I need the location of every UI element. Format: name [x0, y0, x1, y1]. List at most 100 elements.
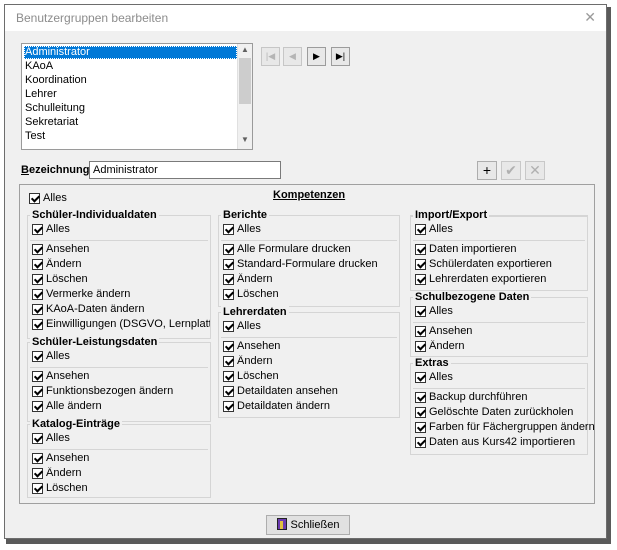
checkbox-checked-icon[interactable]: [29, 193, 40, 204]
checkbox-checked-icon[interactable]: [415, 224, 426, 235]
checkbox-row[interactable]: Alles: [415, 305, 453, 319]
checkbox-row[interactable]: Ändern: [223, 355, 272, 369]
list-item[interactable]: Sekretariat: [24, 116, 237, 129]
scroll-thumb[interactable]: [239, 58, 251, 104]
checkbox-checked-icon[interactable]: [32, 304, 43, 315]
checkbox-row[interactable]: Alles: [32, 350, 70, 364]
checkbox-checked-icon[interactable]: [223, 401, 234, 412]
checkbox-row[interactable]: Ändern: [32, 258, 81, 272]
checkbox-row[interactable]: Funktionsbezogen ändern: [32, 385, 173, 399]
checkbox-checked-icon[interactable]: [32, 371, 43, 382]
checkbox-checked-icon[interactable]: [32, 274, 43, 285]
checkbox-row[interactable]: Gelöschte Daten zurückholen: [415, 406, 573, 420]
checkbox-checked-icon[interactable]: [223, 274, 234, 285]
checkbox-row[interactable]: Standard-Formulare drucken: [223, 258, 378, 272]
checkbox-row[interactable]: Alles: [223, 320, 261, 334]
checkbox-row[interactable]: Detaildaten ansehen: [223, 385, 338, 399]
scroll-down-icon[interactable]: ▼: [238, 135, 252, 144]
add-button[interactable]: +: [477, 161, 497, 180]
checkbox-checked-icon[interactable]: [223, 356, 234, 367]
checkbox-checked-icon[interactable]: [223, 321, 234, 332]
last-record-button[interactable]: ▶|: [331, 47, 350, 66]
checkbox-row[interactable]: Farben für Fächergruppen ändern: [415, 421, 595, 435]
checkbox-row[interactable]: Alle Formulare drucken: [223, 243, 351, 257]
list-item[interactable]: Administrator: [24, 46, 237, 59]
first-record-button[interactable]: |◀: [261, 47, 280, 66]
delete-button[interactable]: ✕: [525, 161, 545, 180]
bezeichnung-input[interactable]: Administrator: [89, 161, 281, 179]
checkbox-checked-icon[interactable]: [415, 244, 426, 255]
checkbox-checked-icon[interactable]: [32, 433, 43, 444]
checkbox-row[interactable]: Daten importieren: [415, 243, 516, 257]
close-button[interactable]: Schließen: [266, 515, 350, 535]
checkbox-checked-icon[interactable]: [32, 289, 43, 300]
checkbox-checked-icon[interactable]: [415, 259, 426, 270]
list-item[interactable]: Koordination: [24, 74, 237, 87]
checkbox-checked-icon[interactable]: [415, 341, 426, 352]
checkbox-checked-icon[interactable]: [32, 351, 43, 362]
checkbox-row[interactable]: Löschen: [32, 482, 88, 496]
checkbox-row[interactable]: Alles: [32, 223, 70, 237]
checkbox-row[interactable]: Ansehen: [415, 325, 472, 339]
checkbox-row[interactable]: Löschen: [223, 288, 279, 302]
checkbox-checked-icon[interactable]: [32, 468, 43, 479]
checkbox-row[interactable]: Daten aus Kurs42 importieren: [415, 436, 575, 450]
close-icon[interactable]: ✕: [584, 9, 596, 26]
checkbox-checked-icon[interactable]: [32, 224, 43, 235]
checkbox-row[interactable]: Ändern: [415, 340, 464, 354]
checkbox-checked-icon[interactable]: [415, 326, 426, 337]
checkbox-checked-icon[interactable]: [223, 386, 234, 397]
checkbox-row[interactable]: Einwilligungen (DSGVO, Lernplattformen): [32, 318, 210, 332]
checkbox-checked-icon[interactable]: [32, 259, 43, 270]
checkbox-checked-icon[interactable]: [32, 386, 43, 397]
next-record-button[interactable]: ▶: [307, 47, 326, 66]
checkbox-checked-icon[interactable]: [223, 259, 234, 270]
prev-record-button[interactable]: ◀: [283, 47, 302, 66]
checkbox-checked-icon[interactable]: [415, 372, 426, 383]
checkbox-checked-icon[interactable]: [32, 319, 43, 330]
checkbox-row[interactable]: Alle ändern: [32, 400, 102, 414]
checkbox-row[interactable]: Alles: [415, 371, 453, 385]
checkbox-row[interactable]: Löschen: [223, 370, 279, 384]
list-item[interactable]: Schulleitung: [24, 102, 237, 115]
checkbox-checked-icon[interactable]: [32, 483, 43, 494]
checkbox-row[interactable]: Ansehen: [32, 243, 89, 257]
checkbox-checked-icon[interactable]: [415, 306, 426, 317]
checkbox-checked-icon[interactable]: [415, 274, 426, 285]
checkbox-row[interactable]: Detaildaten ändern: [223, 400, 330, 414]
list-item[interactable]: Test: [24, 130, 237, 143]
checkbox-checked-icon[interactable]: [32, 401, 43, 412]
checkbox-row[interactable]: Alles: [32, 432, 70, 446]
list-item[interactable]: Lehrer: [24, 88, 237, 101]
checkbox-checked-icon[interactable]: [415, 422, 426, 433]
checkbox-row[interactable]: Alles: [223, 223, 261, 237]
checkbox-row[interactable]: Schülerdaten exportieren: [415, 258, 552, 272]
checkbox-checked-icon[interactable]: [223, 289, 234, 300]
save-button[interactable]: ✔: [501, 161, 521, 180]
checkbox-row[interactable]: Ändern: [32, 467, 81, 481]
checkbox-row[interactable]: Vermerke ändern: [32, 288, 130, 302]
checkbox-row[interactable]: Ansehen: [223, 340, 280, 354]
checkbox-row[interactable]: Ansehen: [32, 370, 89, 384]
checkbox-checked-icon[interactable]: [223, 371, 234, 382]
list-item[interactable]: KAoA: [24, 60, 237, 73]
checkbox-row[interactable]: Löschen: [32, 273, 88, 287]
checkbox-checked-icon[interactable]: [223, 341, 234, 352]
checkbox-row[interactable]: Alles: [415, 223, 453, 237]
checkbox-checked-icon[interactable]: [415, 437, 426, 448]
checkbox-checked-icon[interactable]: [223, 244, 234, 255]
scroll-up-icon[interactable]: ▲: [238, 45, 252, 54]
checkbox-checked-icon[interactable]: [415, 407, 426, 418]
checkbox-checked-icon[interactable]: [223, 224, 234, 235]
checkbox-row[interactable]: Ansehen: [32, 452, 89, 466]
alles-checkbox-all[interactable]: Alles: [29, 192, 67, 206]
checkbox-row[interactable]: KAoA-Daten ändern: [32, 303, 144, 317]
checkbox-row[interactable]: Lehrerdaten exportieren: [415, 273, 546, 287]
list-scrollbar[interactable]: ▲ ▼: [237, 44, 252, 149]
checkbox-checked-icon[interactable]: [32, 244, 43, 255]
checkbox-row[interactable]: Ändern: [223, 273, 272, 287]
checkbox-checked-icon[interactable]: [415, 392, 426, 403]
checkbox-checked-icon[interactable]: [32, 453, 43, 464]
checkbox-row[interactable]: Backup durchführen: [415, 391, 527, 405]
user-groups-list[interactable]: Administrator KAoA Koordination Lehrer S…: [21, 43, 253, 150]
